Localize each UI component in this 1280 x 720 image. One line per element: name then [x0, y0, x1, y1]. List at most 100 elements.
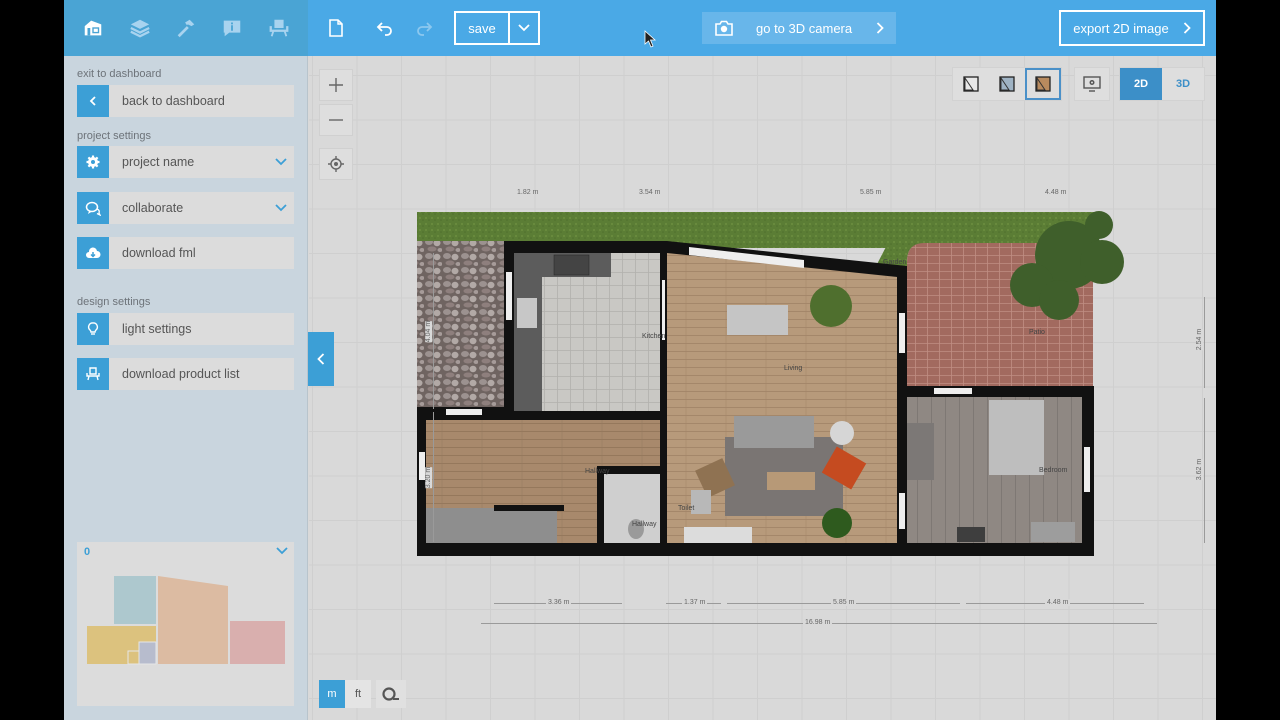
room-label-kitchen[interactable]: Kitchen: [642, 333, 665, 340]
save-button[interactable]: save: [456, 13, 510, 43]
room-label-toilet[interactable]: Toilet: [678, 505, 694, 512]
house-icon: [84, 20, 102, 36]
save-button-group: save: [454, 11, 540, 45]
section-label-project: project settings: [77, 130, 151, 142]
tab-project[interactable]: [75, 8, 111, 64]
minimap-small-hall: [127, 650, 140, 665]
dining-table: [727, 305, 788, 335]
tape-measure-icon: [382, 687, 399, 701]
top-toolbar: save go to 3D camera export 2D image: [308, 0, 1216, 56]
chevron-down-icon: [275, 158, 287, 166]
chevron-down-icon: [275, 204, 287, 212]
plant-small: [822, 508, 852, 538]
file-icon: [329, 19, 343, 37]
chat-icon: [85, 201, 101, 216]
back-to-dashboard-button[interactable]: back to dashboard: [77, 85, 294, 117]
export-label: export 2D image: [1073, 20, 1169, 36]
tab-furniture[interactable]: [261, 8, 297, 48]
gear-icon: [86, 155, 100, 169]
bottom-dim-1: 3.36 m: [546, 599, 572, 606]
top-dim-2: 3.54 m: [639, 189, 661, 196]
sofa: [734, 416, 814, 448]
project-name-label: project name: [122, 155, 195, 169]
chair-icon: [86, 367, 100, 381]
camera-icon: [715, 20, 733, 36]
collaborate-button[interactable]: collaborate: [77, 192, 294, 224]
minimap-kitchen: [114, 576, 156, 624]
floorplan-canvas[interactable]: 2D 3D Kitchen Living Garden Patio Hallwa…: [309, 56, 1216, 720]
download-product-list-button[interactable]: download product list: [77, 358, 294, 390]
chair-icon: [269, 19, 289, 37]
room-label-garden[interactable]: Garden: [883, 259, 906, 266]
chevron-down-icon: [518, 24, 530, 32]
go-to-3d-camera-button[interactable]: go to 3D camera: [702, 12, 896, 44]
project-name-button[interactable]: project name: [77, 146, 294, 178]
right-dim-line-1: [1204, 297, 1205, 388]
minimap-floorplan: [87, 576, 285, 665]
lightbulb-icon: [87, 322, 99, 335]
measure-tool-button[interactable]: [376, 680, 406, 708]
total-width-dim: 16.98 m: [803, 619, 833, 626]
floorplanner-app: exit to dashboard back to dashboard proj…: [64, 0, 1216, 720]
layers-icon: [129, 19, 150, 38]
bottom-dim-4: 4.48 m: [1045, 599, 1071, 606]
top-dim-3: 5.85 m: [860, 189, 882, 196]
tab-info[interactable]: [214, 8, 250, 48]
stairs: [424, 508, 557, 543]
minimap-bedroom: [230, 621, 285, 664]
sink: [517, 298, 537, 328]
info-icon: [224, 20, 241, 37]
floor-minimap[interactable]: 0: [77, 542, 294, 706]
bottom-dim-3: 5.85 m: [831, 599, 857, 606]
undo-button[interactable]: [373, 16, 397, 40]
collaborate-label: collaborate: [122, 201, 184, 215]
unit-meters-button[interactable]: m: [319, 680, 345, 708]
side-table: [830, 421, 854, 445]
section-label-exit: exit to dashboard: [77, 68, 162, 80]
left-dim-1: 4.04 m: [425, 320, 433, 343]
minimap-toilet: [138, 641, 157, 665]
section-label-design: design settings: [77, 296, 151, 308]
bed: [989, 400, 1044, 475]
export-2d-image-button[interactable]: export 2D image: [1059, 10, 1205, 46]
back-to-dashboard-label: back to dashboard: [122, 94, 225, 108]
collapse-sidebar-button[interactable]: [308, 332, 334, 386]
chevron-left-icon: [317, 353, 325, 365]
unit-toggle: m ft: [319, 680, 371, 708]
undo-icon: [376, 22, 392, 36]
room-label-hallway-small[interactable]: Hallway: [632, 521, 657, 528]
room-label-hallway[interactable]: Hallway: [585, 468, 610, 475]
redo-icon: [417, 22, 433, 36]
left-dim-2: 3.20 m: [425, 466, 433, 489]
plant-living: [810, 285, 852, 327]
top-dim-4: 4.48 m: [1045, 189, 1067, 196]
redo-button[interactable]: [412, 16, 436, 40]
bedroom-rug: [957, 527, 985, 542]
minimap-living: [158, 576, 228, 664]
hammer-icon: [177, 19, 195, 38]
left-dim-line-2: [433, 412, 434, 542]
tv-stand: [684, 527, 752, 543]
left-dim-line-1: [433, 253, 434, 409]
wardrobe: [906, 423, 934, 480]
room-label-living[interactable]: Living: [784, 365, 802, 372]
top-dim-1: 1.82 m: [517, 189, 539, 196]
tab-layers[interactable]: [122, 8, 158, 48]
stove: [553, 254, 590, 276]
save-options-dropdown[interactable]: [510, 13, 538, 43]
light-settings-button[interactable]: light settings: [77, 313, 294, 345]
cloud-download-icon: [86, 247, 101, 258]
new-file-button[interactable]: [324, 16, 348, 40]
chevron-left-icon: [89, 96, 96, 106]
bottom-dim-2: 1.37 m: [682, 599, 708, 606]
download-fml-button[interactable]: download fml: [77, 237, 294, 269]
right-dim-line-2: [1204, 398, 1205, 543]
room-label-bedroom[interactable]: Bedroom: [1039, 467, 1067, 474]
sidebar: exit to dashboard back to dashboard proj…: [64, 0, 308, 720]
sidebar-tabs: [64, 0, 308, 64]
right-dim-2: 3.62 m: [1196, 458, 1204, 481]
room-label-patio[interactable]: Patio: [1029, 329, 1045, 336]
chevron-right-icon: [876, 22, 884, 34]
unit-feet-button[interactable]: ft: [345, 680, 371, 708]
tab-build[interactable]: [168, 8, 204, 48]
